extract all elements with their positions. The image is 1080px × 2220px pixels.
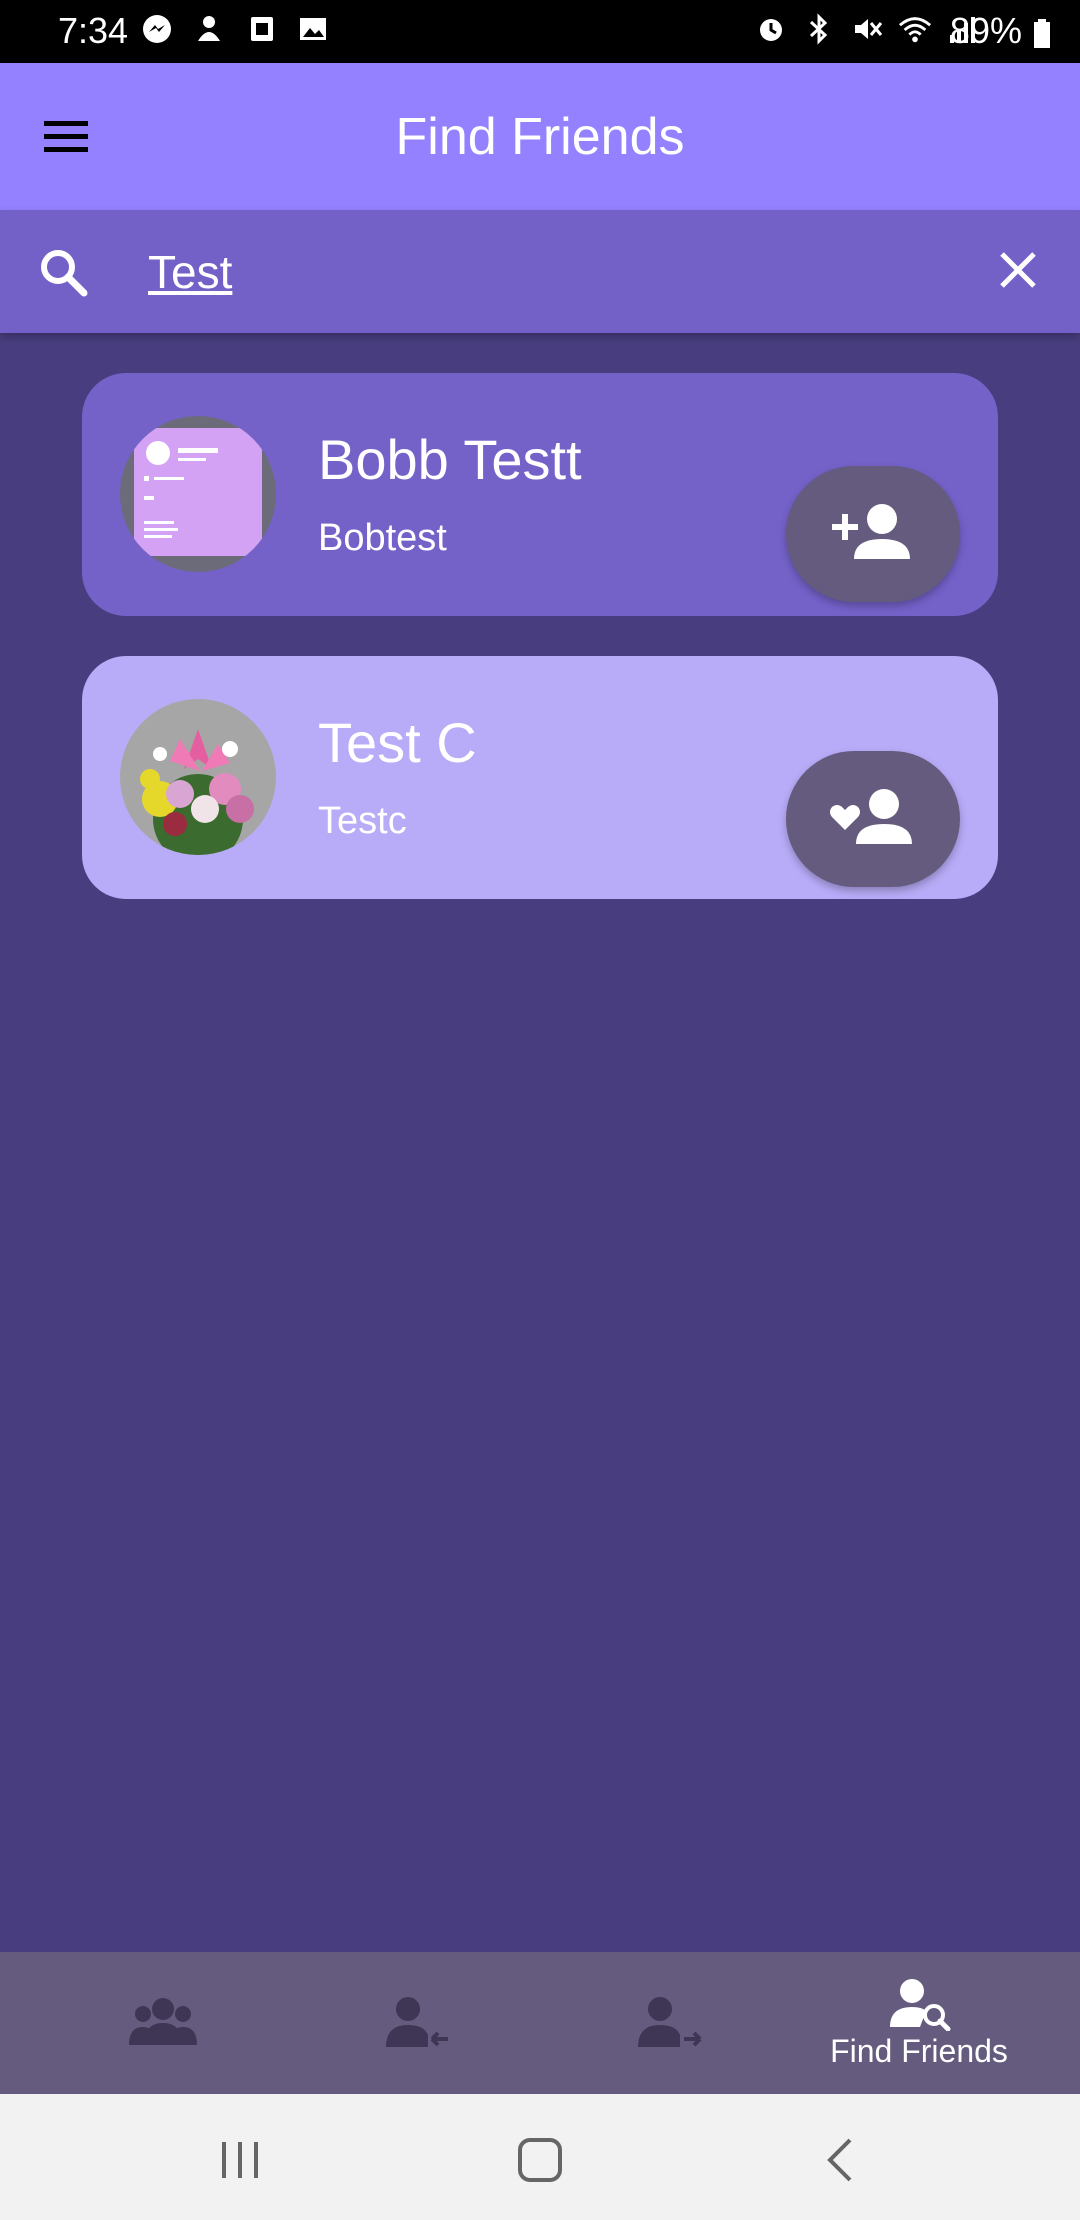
- gallery-icon: [296, 12, 330, 46]
- search-input[interactable]: [146, 236, 970, 308]
- friends-icon: [129, 1998, 197, 2045]
- alarm-icon: [754, 12, 788, 46]
- result-name: Test C: [318, 711, 477, 774]
- avatar: [120, 416, 276, 572]
- nav-incoming-requests[interactable]: [300, 1952, 530, 2094]
- nav-find-friends[interactable]: Find Friends: [804, 1952, 1034, 2094]
- result-username: Bobtest: [318, 517, 447, 559]
- messenger-icon: [140, 12, 174, 46]
- nav-friends[interactable]: [48, 1952, 278, 2094]
- system-nav-bar: [0, 2094, 1080, 2220]
- home-icon[interactable]: [510, 2130, 570, 2190]
- add-friend-icon: [832, 504, 910, 559]
- back-icon[interactable]: [812, 2130, 872, 2190]
- page-title: Find Friends: [395, 108, 685, 166]
- nav-outgoing-requests[interactable]: [552, 1952, 782, 2094]
- app-bar: Find Friends: [0, 63, 1080, 210]
- result-name: Bobb Testt: [318, 428, 582, 491]
- avatar: [120, 699, 276, 855]
- status-time: 7:34: [58, 10, 129, 51]
- sim-icon: [244, 12, 278, 46]
- bluetooth-icon: [802, 12, 836, 46]
- battery-percent: 89%: [950, 10, 1052, 52]
- search-bar: [0, 210, 1080, 333]
- nav-find-friends-label: Find Friends: [830, 2032, 1008, 2069]
- mute-icon: [850, 12, 884, 46]
- search-icon: [34, 243, 94, 303]
- friend-favorite-button[interactable]: [786, 751, 960, 887]
- friend-favorite-icon: [830, 789, 912, 844]
- battery-icon: [1034, 19, 1050, 49]
- incoming-requests-icon: [386, 1997, 448, 2047]
- status-bar: 7:34 89%: [0, 0, 1080, 63]
- recents-icon[interactable]: [210, 2130, 270, 2190]
- list-item[interactable]: Test C Testc: [82, 656, 998, 899]
- wifi-icon: [898, 12, 932, 46]
- bottom-nav: Find Friends: [0, 1952, 1080, 2094]
- outgoing-requests-icon: [638, 1997, 702, 2047]
- notification-icon: [192, 12, 226, 46]
- list-item[interactable]: Bobb Testt Bobtest: [82, 373, 998, 616]
- add-friend-button[interactable]: [786, 466, 960, 602]
- find-friends-icon: [890, 1978, 951, 2031]
- result-username: Testc: [318, 800, 407, 842]
- close-icon[interactable]: [988, 240, 1048, 300]
